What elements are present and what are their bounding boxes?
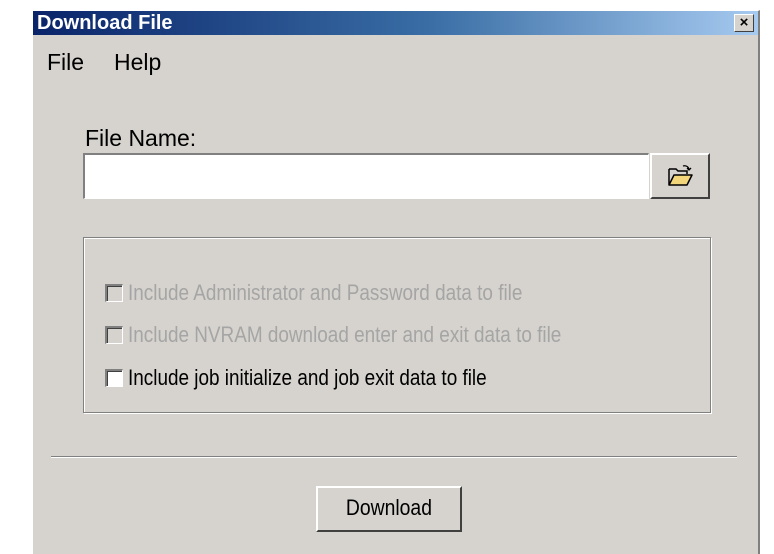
menu-file[interactable]: File — [47, 49, 84, 75]
menu-bar: File Help — [33, 39, 758, 75]
nvram-checkbox — [105, 326, 123, 344]
option-admin-password: Include Administrator and Password data … — [105, 280, 587, 306]
download-button-label: Download — [345, 495, 433, 520]
download-file-dialog: Download File × File Help File Name: Inc… — [32, 10, 760, 554]
divider — [51, 456, 737, 458]
title-bar[interactable]: Download File × — [33, 11, 758, 35]
download-button[interactable]: Download — [316, 486, 462, 532]
close-button[interactable]: × — [734, 14, 754, 32]
job-init-checkbox[interactable] — [105, 369, 123, 387]
file-name-label: File Name: — [85, 125, 197, 151]
browse-button[interactable] — [650, 153, 710, 199]
job-init-label[interactable]: Include job initialize and job exit data… — [128, 365, 487, 391]
file-name-input[interactable] — [83, 153, 649, 199]
admin-password-label: Include Administrator and Password data … — [128, 280, 523, 305]
option-nvram: Include NVRAM download enter and exit da… — [105, 322, 632, 348]
window-title: Download File — [37, 12, 173, 34]
folder-open-icon — [668, 165, 693, 186]
close-icon: × — [739, 14, 749, 31]
nvram-label: Include NVRAM download enter and exit da… — [128, 322, 562, 347]
admin-password-checkbox — [105, 284, 123, 302]
menu-help[interactable]: Help — [114, 49, 161, 75]
option-job-init[interactable]: Include job initialize and job exit data… — [105, 365, 545, 391]
